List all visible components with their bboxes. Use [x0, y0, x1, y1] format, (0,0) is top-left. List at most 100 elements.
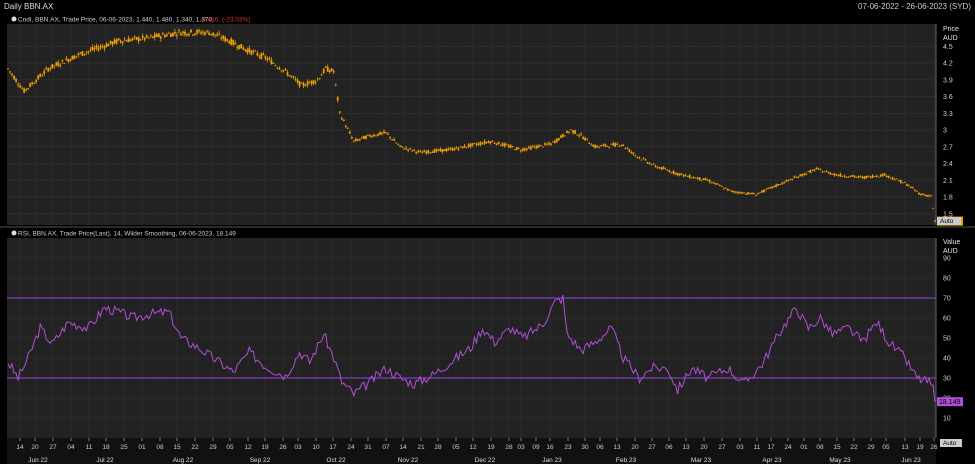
- candle-body: [169, 33, 172, 38]
- candle-body: [383, 131, 385, 134]
- x-tick-label: 06: [665, 444, 673, 451]
- candle-body: [198, 29, 200, 32]
- candle-body: [350, 137, 353, 139]
- legend-toggle-icon: [11, 16, 17, 22]
- candle-body: [165, 34, 168, 37]
- candle-body: [769, 187, 772, 189]
- candle-body: [7, 68, 9, 70]
- candle-body: [123, 39, 126, 41]
- candle-body: [59, 65, 62, 66]
- candle-body: [125, 40, 128, 42]
- x-tick-label: 21: [417, 444, 425, 451]
- candle-body: [93, 47, 96, 50]
- price-tick-label: 3: [943, 128, 947, 135]
- candle-body: [13, 76, 15, 80]
- candle-body: [91, 47, 94, 51]
- candle-body: [932, 207, 934, 209]
- candle-body: [608, 147, 611, 148]
- candle-body: [537, 145, 540, 148]
- candle-body: [922, 193, 924, 195]
- candle-body: [640, 159, 643, 161]
- candle-body: [107, 44, 110, 47]
- candle-body: [485, 141, 488, 143]
- candle-body: [348, 131, 351, 134]
- candle-body: [519, 150, 522, 152]
- rsi-axis-unit: AUD: [943, 248, 958, 255]
- candle-body: [467, 144, 470, 147]
- candle-body: [841, 175, 844, 177]
- candle-body: [302, 83, 305, 86]
- candle-body: [37, 75, 40, 79]
- candle-body: [873, 176, 876, 177]
- rsi-auto-label: Auto: [943, 440, 957, 447]
- candle-body: [57, 62, 60, 67]
- x-month-label: Sep 22: [250, 457, 271, 464]
- x-tick-label: 09: [532, 444, 540, 451]
- candle-body: [799, 174, 802, 177]
- candle-body: [461, 146, 464, 149]
- x-month-label: Oct 22: [326, 457, 346, 464]
- candle-body: [839, 173, 842, 177]
- candle-body: [511, 146, 514, 148]
- candle-body: [767, 188, 769, 189]
- candle-body: [469, 143, 472, 147]
- candle-body: [61, 60, 64, 62]
- candle-body: [883, 173, 886, 176]
- x-tick-label: 11: [86, 444, 93, 451]
- candle-body: [105, 43, 108, 48]
- chart-canvas[interactable]: 1.51.82.12.42.733.33.63.94.24.5PriceAUDC…: [0, 0, 975, 464]
- candle-body: [425, 151, 428, 154]
- rsi-legend: RSI, BBN.AX, Trade Price(Last), 14, Wild…: [18, 231, 236, 238]
- candle-body: [821, 171, 824, 173]
- candle-body: [887, 175, 890, 178]
- rsi-tick-label: 60: [943, 316, 951, 323]
- candle-body: [513, 149, 516, 151]
- candle-body: [550, 143, 552, 146]
- candle-body: [149, 35, 152, 37]
- x-tick-label: 08: [816, 444, 824, 451]
- candle-body: [385, 132, 387, 133]
- candle-body: [682, 174, 685, 177]
- x-tick-label: 03: [294, 444, 302, 451]
- x-month-label: Dec 22: [475, 457, 496, 464]
- candle-body: [411, 150, 414, 152]
- candle-body: [825, 171, 828, 172]
- candle-body: [928, 195, 930, 197]
- candle-body: [477, 143, 480, 145]
- candle-body: [664, 168, 667, 170]
- candle-body: [77, 53, 80, 55]
- candle-body: [459, 146, 462, 147]
- candle-body: [143, 37, 146, 40]
- candle-body: [881, 174, 884, 177]
- candle-body: [716, 183, 719, 185]
- candle-body: [41, 75, 44, 77]
- candle-body: [318, 78, 321, 80]
- candle-body: [779, 184, 782, 185]
- candle-body: [314, 81, 317, 83]
- candle-body: [328, 70, 331, 73]
- candle-body: [397, 144, 400, 146]
- x-tick-label: 18: [102, 444, 110, 451]
- candle-body: [847, 176, 850, 178]
- candle-body: [845, 176, 848, 178]
- candle-body: [147, 37, 150, 39]
- candle-body: [463, 145, 466, 148]
- x-tick-label: 12: [469, 444, 477, 451]
- candle-body: [415, 151, 418, 153]
- candle-body: [710, 182, 713, 184]
- candle-body: [897, 180, 900, 182]
- candle-body: [409, 148, 412, 150]
- candle-body: [192, 34, 194, 36]
- candle-body: [361, 136, 363, 138]
- candle-body: [159, 36, 162, 39]
- candle-body: [803, 173, 806, 176]
- candle-body: [819, 168, 822, 170]
- x-month-label: Aug 22: [173, 457, 194, 464]
- candle-body: [137, 37, 140, 42]
- candle-body: [636, 156, 639, 158]
- candle-body: [712, 182, 715, 184]
- candle-body: [861, 176, 864, 179]
- candle-body: [439, 148, 442, 151]
- candle-body: [481, 143, 484, 145]
- candle-body: [747, 192, 749, 195]
